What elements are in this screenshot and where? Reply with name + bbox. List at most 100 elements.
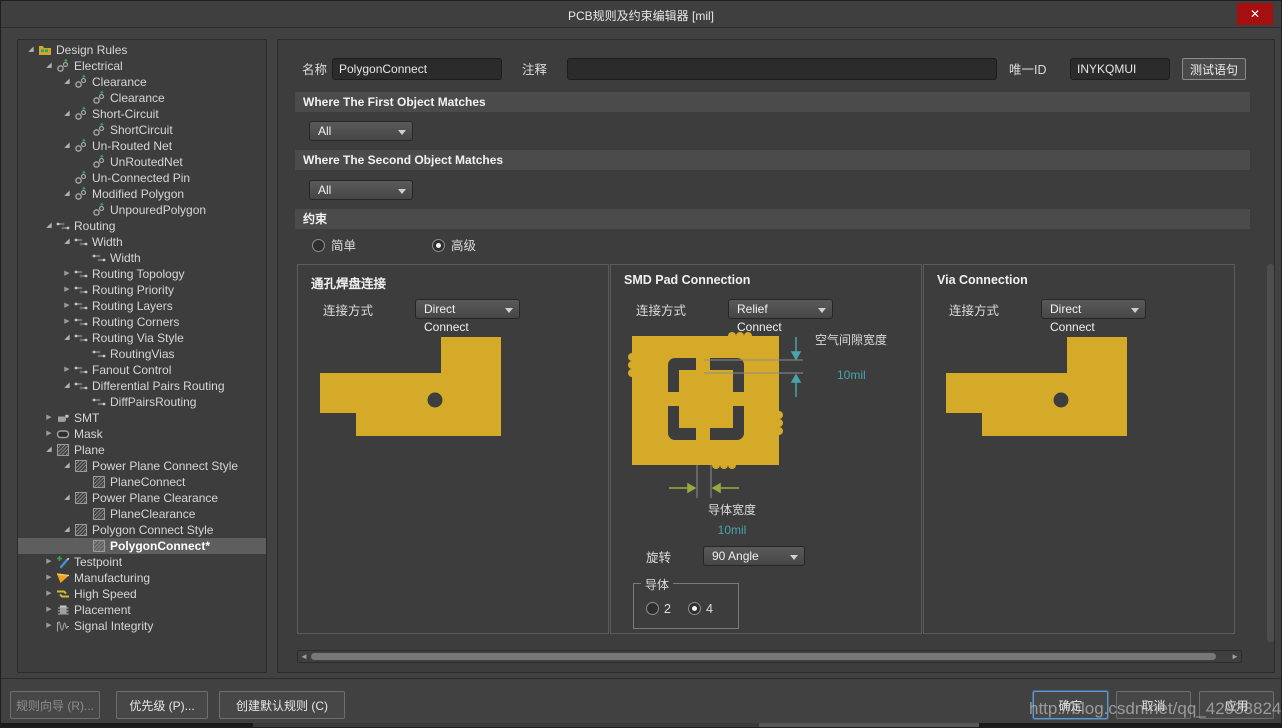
electrical-rule-icon [92,155,108,169]
test-queries-button[interactable]: 测试语句 [1182,58,1246,80]
tree-expanded-icon[interactable]: ◢ [42,442,56,458]
tree-collapsed-icon[interactable]: ▶ [42,618,56,634]
tree-item-un-routed-net[interactable]: ◢ Un-Routed Net [18,138,266,154]
tree-expanded-icon[interactable]: ◢ [60,458,74,474]
conductors-2-radio[interactable] [646,602,659,615]
tree-item-plane[interactable]: ◢ Plane [18,442,266,458]
tree-item-power-plane-clearance[interactable]: ◢ Power Plane Clearance [18,490,266,506]
tree-item-fanout-control[interactable]: ▶ Fanout Control [18,362,266,378]
tree-expanded-icon[interactable]: ◢ [24,42,38,58]
tree-item-routingvias[interactable]: RoutingVias [18,346,266,362]
conductor-width-arrows [669,482,739,494]
horizontal-scrollbar-thumb[interactable] [311,653,1216,660]
tree-expanded-icon[interactable]: ◢ [60,522,74,538]
scroll-right-icon[interactable]: ► [1229,651,1241,662]
tree-item-label: ShortCircuit [110,123,173,137]
tree-collapsed-icon[interactable]: ▶ [60,266,74,282]
tree-item-routing-topology[interactable]: ▶ Routing Topology [18,266,266,282]
tree-item-width[interactable]: Width [18,250,266,266]
unique-id-input[interactable] [1070,58,1170,80]
tree-item-shortcircuit[interactable]: ShortCircuit [18,122,266,138]
tree-expanded-icon[interactable]: ◢ [60,138,74,154]
first-match-dropdown[interactable]: All [309,121,413,141]
tree-item-routing-priority[interactable]: ▶ Routing Priority [18,282,266,298]
apply-button[interactable]: 应用 [1199,691,1274,719]
tree-item-placement[interactable]: ▶ Placement [18,602,266,618]
tree-collapsed-icon[interactable]: ▶ [42,602,56,618]
tree-expanded-icon[interactable]: ◢ [60,490,74,506]
tree-item-smt[interactable]: ▶ SMT [18,410,266,426]
tree-item-routing-layers[interactable]: ▶ Routing Layers [18,298,266,314]
tree-item-modified-polygon[interactable]: ◢ Modified Polygon [18,186,266,202]
smd-connect-dropdown[interactable]: Relief Connect [728,299,833,334]
tree-item-un-connected-pin[interactable]: Un-Connected Pin [18,170,266,186]
via-connect-dropdown[interactable]: Direct Connect [1041,299,1146,334]
tree-item-manufacturing[interactable]: ▶ Manufacturing [18,570,266,586]
tree-item-differential-pairs-routing[interactable]: ◢ Differential Pairs Routing [18,378,266,394]
tree-item-diffpairsrouting[interactable]: DiffPairsRouting [18,394,266,410]
tree-item-unroutednet[interactable]: UnRoutedNet [18,154,266,170]
tree-item-clearance[interactable]: Clearance [18,90,266,106]
tree-collapsed-icon[interactable]: ▶ [60,362,74,378]
tree-expanded-icon[interactable]: ◢ [60,106,74,122]
tree-collapsed-icon[interactable]: ▶ [42,410,56,426]
create-default-rules-button[interactable]: 创建默认规则 (C) [219,691,345,719]
scroll-left-icon[interactable]: ◄ [298,651,310,662]
electrical-rule-icon [74,187,90,201]
window-title: PCB规则及约束编辑器 [mil] [567,9,714,23]
through-hole-connect-dropdown[interactable]: Direct Connect [415,299,520,334]
advanced-radio[interactable] [432,239,445,252]
comment-input[interactable] [567,58,997,80]
routing-rule-icon [74,267,90,281]
copper-pour-shape [632,336,779,465]
tree-item-short-circuit[interactable]: ◢ Short-Circuit [18,106,266,122]
name-input[interactable] [332,58,502,80]
tree-expanded-icon[interactable]: ◢ [60,378,74,394]
cancel-button[interactable]: 取消 [1116,691,1191,719]
tree-collapsed-icon[interactable]: ▶ [60,282,74,298]
close-button[interactable]: ✕ [1237,3,1273,25]
via-connect-label: 连接方式 [949,304,1000,318]
tree-expanded-icon[interactable]: ◢ [60,74,74,90]
tree-collapsed-icon[interactable]: ▶ [42,586,56,602]
tree-item-routing-corners[interactable]: ▶ Routing Corners [18,314,266,330]
tree-expanded-icon[interactable]: ◢ [42,58,56,74]
tree-item-planeconnect[interactable]: PlaneConnect [18,474,266,490]
rotation-dropdown[interactable]: 90 Angle [703,546,805,566]
rule-editor-panel: 名称 注释 唯一ID 测试语句 Where The First Object M… [277,39,1275,673]
second-match-dropdown[interactable]: All [309,180,413,200]
tree-expanded-icon[interactable]: ◢ [60,186,74,202]
tree-item-high-speed[interactable]: ▶ High Speed [18,586,266,602]
tree-expanded-icon[interactable]: ◢ [42,218,56,234]
tree-item-routing-via-style[interactable]: ◢ Routing Via Style [18,330,266,346]
chevron-down-icon [505,308,513,313]
tree-item-electrical[interactable]: ◢ Electrical [18,58,266,74]
tree-collapsed-icon[interactable]: ▶ [42,554,56,570]
horizontal-scrollbar[interactable]: ◄ ► [297,650,1242,663]
rule-wizard-button[interactable]: 规则向导 (R)... [10,691,100,719]
simple-radio[interactable] [312,239,325,252]
tree-item-power-plane-connect-style[interactable]: ◢ Power Plane Connect Style [18,458,266,474]
tree-item-width[interactable]: ◢ Width [18,234,266,250]
tree-item-clearance[interactable]: ◢ Clearance [18,74,266,90]
tree-item-polygonconnect-[interactable]: PolygonConnect* [18,538,266,554]
tree-item-routing[interactable]: ◢ Routing [18,218,266,234]
tree-item-testpoint[interactable]: ▶ Testpoint [18,554,266,570]
routing-rule-icon [92,251,108,265]
conductors-4-radio[interactable] [688,602,701,615]
tree-item-polygon-connect-style[interactable]: ◢ Polygon Connect Style [18,522,266,538]
ok-button[interactable]: 确定 [1033,691,1108,719]
tree-item-signal-integrity[interactable]: ▶ Signal Integrity [18,618,266,634]
tree-collapsed-icon[interactable]: ▶ [60,298,74,314]
tree-collapsed-icon[interactable]: ▶ [60,314,74,330]
tree-collapsed-icon[interactable]: ▶ [42,426,56,442]
tree-item-unpouredpolygon[interactable]: UnpouredPolygon [18,202,266,218]
tree-collapsed-icon[interactable]: ▶ [42,570,56,586]
tree-expanded-icon[interactable]: ◢ [60,234,74,250]
vertical-scrollbar[interactable] [1267,264,1274,642]
priorities-button[interactable]: 优先级 (P)... [116,691,208,719]
tree-item-mask[interactable]: ▶ Mask [18,426,266,442]
tree-item-planeclearance[interactable]: PlaneClearance [18,506,266,522]
tree-item-design-rules[interactable]: ◢ Design Rules [18,42,266,58]
tree-expanded-icon[interactable]: ◢ [60,330,74,346]
